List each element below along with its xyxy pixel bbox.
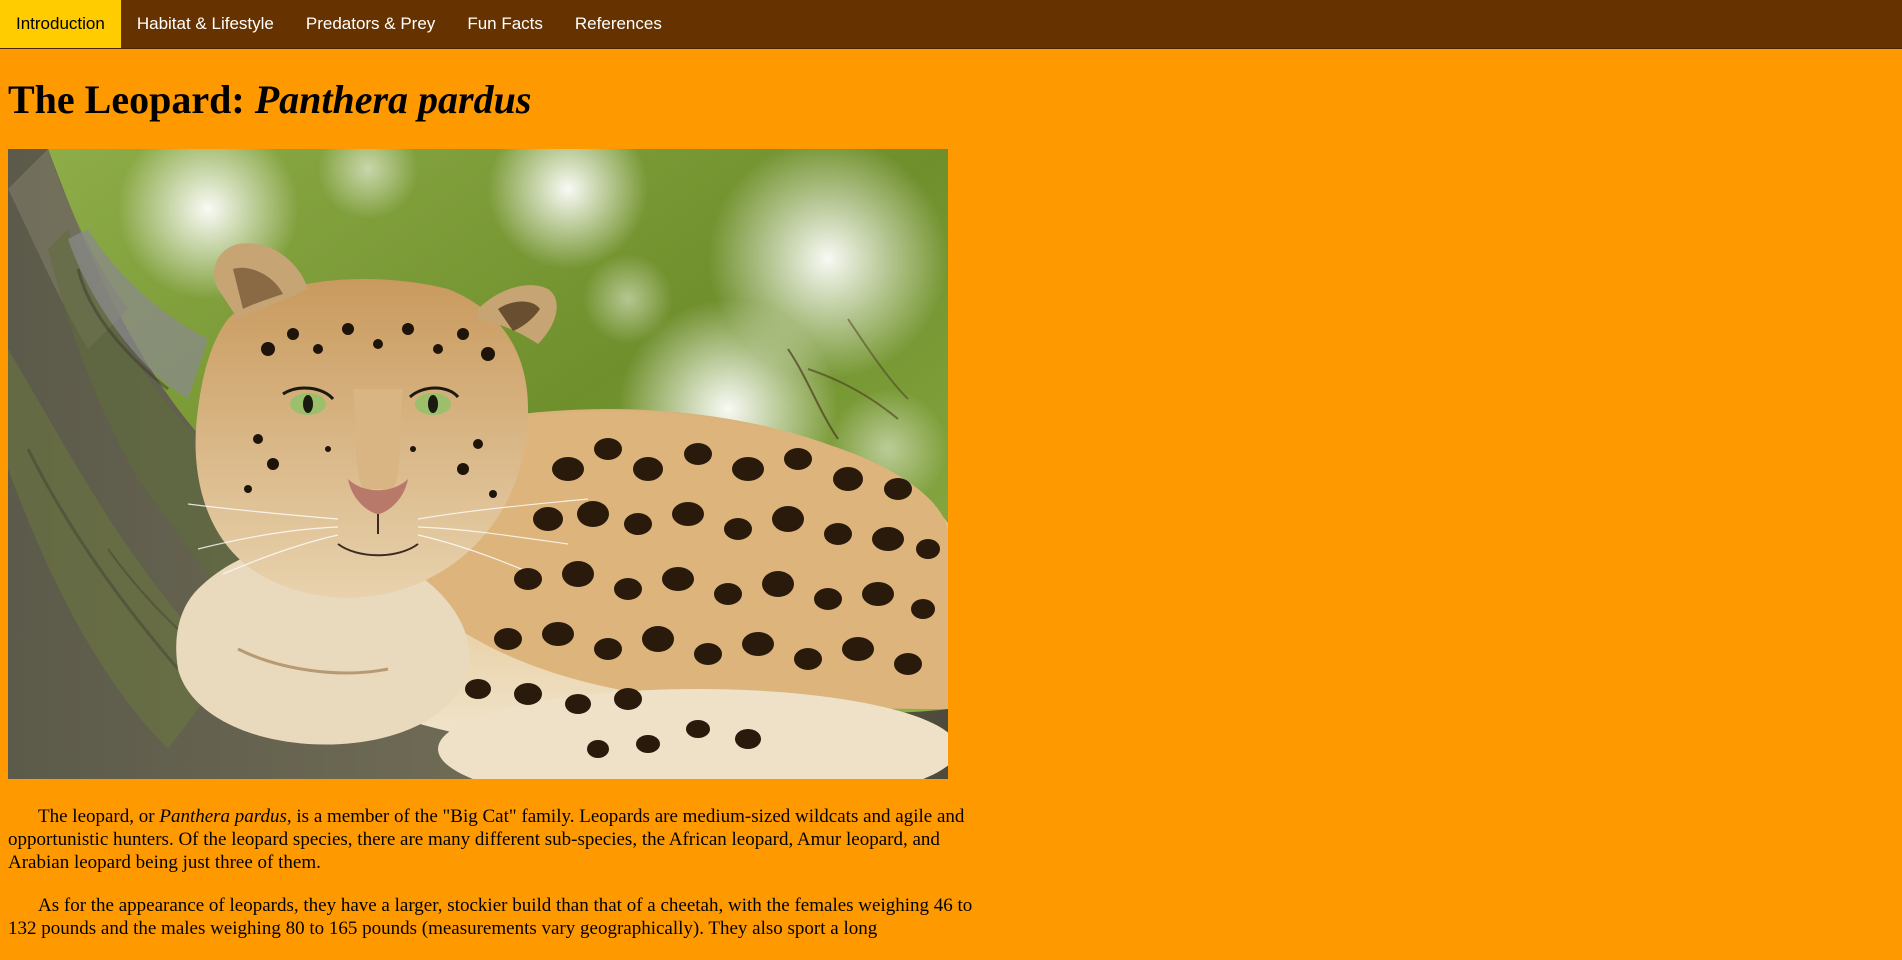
- leopard-hero-image: [8, 149, 948, 779]
- intro-paragraph-1: The leopard, or Panthera pardus, is a me…: [8, 805, 988, 874]
- nav-item-habitat-lifestyle[interactable]: Habitat & Lifestyle: [121, 0, 290, 48]
- intro-paragraph-1-scientific-name: Panthera pardus: [159, 806, 287, 827]
- nav-item-references[interactable]: References: [559, 0, 678, 48]
- nav-item-fun-facts[interactable]: Fun Facts: [451, 0, 559, 48]
- leopard-illustration: [8, 149, 948, 779]
- page-title: The Leopard: Panthera pardus: [8, 73, 531, 126]
- intro-content: The leopard, or Panthera pardus, is a me…: [8, 805, 988, 960]
- page-title-plain: The Leopard:: [8, 77, 255, 122]
- page-title-scientific-name: Panthera pardus: [254, 77, 532, 122]
- intro-paragraph-2: As for the appearance of leopards, they …: [8, 895, 973, 939]
- intro-paragraph-1-pre: The leopard, or: [38, 806, 160, 827]
- nav-item-predators-prey[interactable]: Predators & Prey: [290, 0, 451, 48]
- nav-item-introduction[interactable]: Introduction: [0, 0, 121, 48]
- top-navigation: Introduction Habitat & Lifestyle Predato…: [0, 0, 1902, 49]
